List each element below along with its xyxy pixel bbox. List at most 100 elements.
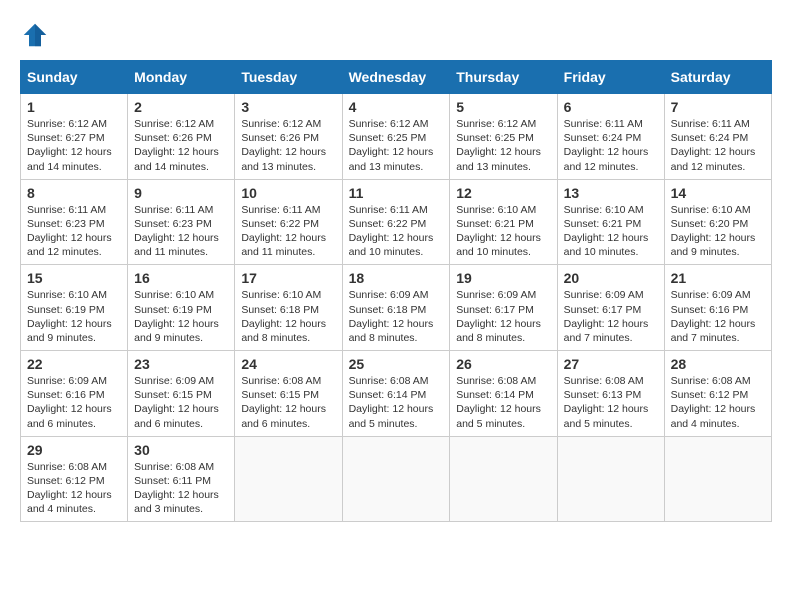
day-info: Sunrise: 6:11 AM Sunset: 6:22 PM Dayligh… [241, 203, 335, 260]
day-number: 3 [241, 99, 335, 115]
calendar-cell: 19 Sunrise: 6:09 AM Sunset: 6:17 PM Dayli… [450, 265, 557, 351]
calendar-cell: 13Sunrise: 6:10 AM Sunset: 6:21 PM Dayli… [557, 179, 664, 265]
calendar-cell: 28 Sunrise: 6:08 AM Sunset: 6:12 PM Dayli… [664, 351, 771, 437]
calendar-cell [342, 436, 450, 522]
calendar-cell: 11 Sunrise: 6:11 AM Sunset: 6:22 PM Dayli… [342, 179, 450, 265]
page-header [20, 20, 772, 50]
col-header-monday: Monday [128, 61, 235, 94]
calendar-cell: 23 Sunrise: 6:09 AM Sunset: 6:15 PM Dayli… [128, 351, 235, 437]
calendar-week-row: 8 Sunrise: 6:11 AM Sunset: 6:23 PM Daylig… [21, 179, 772, 265]
calendar-table: SundayMondayTuesdayWednesdayThursdayFrid… [20, 60, 772, 522]
calendar-cell [235, 436, 342, 522]
day-number: 30 [134, 442, 228, 458]
day-number: 19 [456, 270, 550, 286]
calendar-cell: 9 Sunrise: 6:11 AM Sunset: 6:23 PM Daylig… [128, 179, 235, 265]
day-number: 28 [671, 356, 765, 372]
day-number: 20 [564, 270, 658, 286]
day-info: Sunrise: 6:09 AM Sunset: 6:18 PM Dayligh… [349, 288, 444, 345]
day-info: Sunrise: 6:11 AM Sunset: 6:24 PM Dayligh… [564, 117, 658, 174]
calendar-cell [557, 436, 664, 522]
day-number: 24 [241, 356, 335, 372]
calendar-cell: 24Sunrise: 6:08 AM Sunset: 6:15 PM Dayli… [235, 351, 342, 437]
day-number: 21 [671, 270, 765, 286]
calendar-cell: 30 Sunrise: 6:08 AM Sunset: 6:11 PM Dayli… [128, 436, 235, 522]
day-number: 6 [564, 99, 658, 115]
col-header-thursday: Thursday [450, 61, 557, 94]
calendar-cell: 14 Sunrise: 6:10 AM Sunset: 6:20 PM Dayli… [664, 179, 771, 265]
day-number: 11 [349, 185, 444, 201]
day-number: 7 [671, 99, 765, 115]
day-number: 10 [241, 185, 335, 201]
calendar-week-row: 1 Sunrise: 6:12 AM Sunset: 6:27 PM Daylig… [21, 94, 772, 180]
day-number: 1 [27, 99, 121, 115]
calendar-week-row: 22 Sunrise: 6:09 AM Sunset: 6:16 PM Dayli… [21, 351, 772, 437]
day-info: Sunrise: 6:08 AM Sunset: 6:12 PM Dayligh… [27, 460, 121, 517]
day-info: Sunrise: 6:08 AM Sunset: 6:13 PM Dayligh… [564, 374, 658, 431]
col-header-tuesday: Tuesday [235, 61, 342, 94]
day-info: Sunrise: 6:09 AM Sunset: 6:17 PM Dayligh… [456, 288, 550, 345]
calendar-cell: 20 Sunrise: 6:09 AM Sunset: 6:17 PM Dayli… [557, 265, 664, 351]
day-number: 4 [349, 99, 444, 115]
day-info: Sunrise: 6:10 AM Sunset: 6:18 PM Dayligh… [241, 288, 335, 345]
day-info: Sunrise: 6:12 AM Sunset: 6:26 PM Dayligh… [134, 117, 228, 174]
day-info: Sunrise: 6:09 AM Sunset: 6:16 PM Dayligh… [27, 374, 121, 431]
day-number: 29 [27, 442, 121, 458]
day-info: Sunrise: 6:10 AM Sunset: 6:21 PM Dayligh… [564, 203, 658, 260]
day-info: Sunrise: 6:11 AM Sunset: 6:22 PM Dayligh… [349, 203, 444, 260]
calendar-cell: 3 Sunrise: 6:12 AM Sunset: 6:26 PM Daylig… [235, 94, 342, 180]
day-info: Sunrise: 6:09 AM Sunset: 6:17 PM Dayligh… [564, 288, 658, 345]
day-number: 8 [27, 185, 121, 201]
calendar-cell: 12Sunrise: 6:10 AM Sunset: 6:21 PM Dayli… [450, 179, 557, 265]
calendar-cell: 25 Sunrise: 6:08 AM Sunset: 6:14 PM Dayli… [342, 351, 450, 437]
day-info: Sunrise: 6:08 AM Sunset: 6:14 PM Dayligh… [349, 374, 444, 431]
day-info: Sunrise: 6:11 AM Sunset: 6:24 PM Dayligh… [671, 117, 765, 174]
calendar-cell: 2 Sunrise: 6:12 AM Sunset: 6:26 PM Daylig… [128, 94, 235, 180]
day-number: 14 [671, 185, 765, 201]
day-info: Sunrise: 6:12 AM Sunset: 6:25 PM Dayligh… [349, 117, 444, 174]
day-info: Sunrise: 6:09 AM Sunset: 6:15 PM Dayligh… [134, 374, 228, 431]
day-info: Sunrise: 6:10 AM Sunset: 6:20 PM Dayligh… [671, 203, 765, 260]
day-number: 17 [241, 270, 335, 286]
calendar-cell: 17 Sunrise: 6:10 AM Sunset: 6:18 PM Dayli… [235, 265, 342, 351]
day-info: Sunrise: 6:08 AM Sunset: 6:12 PM Dayligh… [671, 374, 765, 431]
day-info: Sunrise: 6:10 AM Sunset: 6:21 PM Dayligh… [456, 203, 550, 260]
day-number: 25 [349, 356, 444, 372]
day-number: 16 [134, 270, 228, 286]
day-info: Sunrise: 6:12 AM Sunset: 6:27 PM Dayligh… [27, 117, 121, 174]
calendar-week-row: 15Sunrise: 6:10 AM Sunset: 6:19 PM Dayli… [21, 265, 772, 351]
day-info: Sunrise: 6:12 AM Sunset: 6:25 PM Dayligh… [456, 117, 550, 174]
calendar-cell: 26Sunrise: 6:08 AM Sunset: 6:14 PM Dayli… [450, 351, 557, 437]
calendar-cell: 5 Sunrise: 6:12 AM Sunset: 6:25 PM Daylig… [450, 94, 557, 180]
day-info: Sunrise: 6:11 AM Sunset: 6:23 PM Dayligh… [27, 203, 121, 260]
calendar-cell [664, 436, 771, 522]
calendar-cell [450, 436, 557, 522]
day-number: 5 [456, 99, 550, 115]
calendar-week-row: 29 Sunrise: 6:08 AM Sunset: 6:12 PM Dayli… [21, 436, 772, 522]
day-number: 18 [349, 270, 444, 286]
day-info: Sunrise: 6:08 AM Sunset: 6:11 PM Dayligh… [134, 460, 228, 517]
col-header-saturday: Saturday [664, 61, 771, 94]
calendar-cell: 4 Sunrise: 6:12 AM Sunset: 6:25 PM Daylig… [342, 94, 450, 180]
col-header-sunday: Sunday [21, 61, 128, 94]
calendar-cell: 6 Sunrise: 6:11 AM Sunset: 6:24 PM Daylig… [557, 94, 664, 180]
calendar-cell: 16 Sunrise: 6:10 AM Sunset: 6:19 PM Dayli… [128, 265, 235, 351]
day-number: 9 [134, 185, 228, 201]
day-number: 26 [456, 356, 550, 372]
calendar-cell: 22 Sunrise: 6:09 AM Sunset: 6:16 PM Dayli… [21, 351, 128, 437]
day-number: 27 [564, 356, 658, 372]
calendar-cell: 8 Sunrise: 6:11 AM Sunset: 6:23 PM Daylig… [21, 179, 128, 265]
logo [20, 20, 54, 50]
day-number: 2 [134, 99, 228, 115]
calendar-cell: 21Sunrise: 6:09 AM Sunset: 6:16 PM Dayli… [664, 265, 771, 351]
day-info: Sunrise: 6:10 AM Sunset: 6:19 PM Dayligh… [134, 288, 228, 345]
calendar-cell: 10 Sunrise: 6:11 AM Sunset: 6:22 PM Dayli… [235, 179, 342, 265]
calendar-header-row: SundayMondayTuesdayWednesdayThursdayFrid… [21, 61, 772, 94]
calendar-cell: 15Sunrise: 6:10 AM Sunset: 6:19 PM Dayli… [21, 265, 128, 351]
day-number: 22 [27, 356, 121, 372]
day-number: 23 [134, 356, 228, 372]
day-info: Sunrise: 6:11 AM Sunset: 6:23 PM Dayligh… [134, 203, 228, 260]
calendar-cell: 27 Sunrise: 6:08 AM Sunset: 6:13 PM Dayli… [557, 351, 664, 437]
calendar-cell: 1 Sunrise: 6:12 AM Sunset: 6:27 PM Daylig… [21, 94, 128, 180]
calendar-cell: 18 Sunrise: 6:09 AM Sunset: 6:18 PM Dayli… [342, 265, 450, 351]
day-info: Sunrise: 6:12 AM Sunset: 6:26 PM Dayligh… [241, 117, 335, 174]
